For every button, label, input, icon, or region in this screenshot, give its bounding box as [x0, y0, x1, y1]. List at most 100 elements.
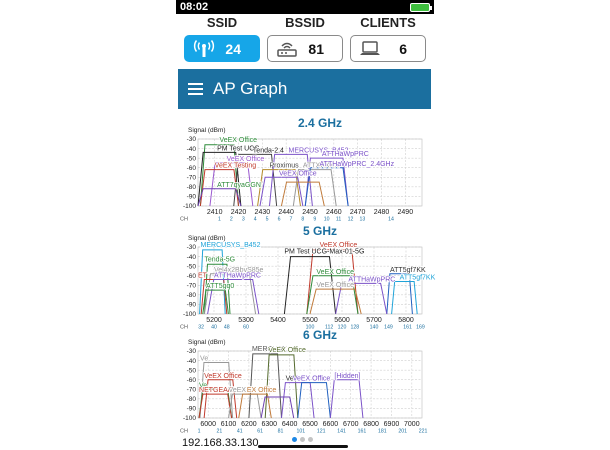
network-label: VeEX Office [316, 269, 354, 276]
network-label: VeEX Office [219, 137, 257, 144]
signal-curve [280, 181, 325, 207]
channel-tick-label: 1 [198, 429, 201, 435]
x-tick-label: 2410 [207, 209, 223, 216]
bssid-button[interactable]: 81 [267, 35, 343, 62]
signal-curve [297, 382, 331, 419]
x-tick-label: 2440 [278, 209, 294, 216]
channel-tick-label: 181 [378, 429, 387, 435]
spectrum-graph: 2.4 GHz Signal (dBm) -30 -40 -50 -60 -70 -80 -90… [180, 116, 423, 223]
x-tick-label: 2430 [255, 209, 271, 216]
clients-title: CLIENTS [360, 15, 416, 30]
x-tick-label: 6600 [323, 421, 339, 428]
y-tick-label: -30 [187, 244, 197, 251]
channel-tick-label: 141 [337, 429, 346, 435]
x-tick-label: 5700 [366, 317, 382, 324]
ssid-count: 24 [225, 40, 241, 57]
y-tick-label: -100 [183, 415, 196, 422]
ssid-title: SSID [206, 15, 238, 30]
page-indicator [292, 437, 313, 442]
signal-curve [198, 393, 233, 419]
bssid-count: 81 [308, 40, 324, 57]
channel-tick-label: 161 [358, 429, 367, 435]
y-tick-label: -30 [187, 348, 197, 355]
y-tick-label: -80 [187, 184, 197, 191]
x-tick-label: 2490 [398, 209, 414, 216]
channel-axis-label: CH [180, 429, 188, 435]
hamburger-menu-icon[interactable] [188, 83, 203, 95]
clients-button[interactable]: 6 [350, 35, 426, 62]
x-tick-label: 6400 [282, 421, 298, 428]
x-tick-label: 5600 [334, 317, 350, 324]
x-tick-label: 2470 [350, 209, 366, 216]
x-tick-label: 5200 [206, 317, 222, 324]
x-tick-label: 5300 [238, 317, 254, 324]
channel-tick-label: 21 [216, 429, 222, 435]
status-bar: 08:02 [176, 0, 434, 14]
channel-tick-label: 221 [419, 429, 428, 435]
channel-tick-label: 61 [257, 429, 263, 435]
ssid-counter: SSID 24 [184, 14, 260, 62]
clients-counter: CLIENTS 6 [350, 14, 426, 62]
network-label: Ve [200, 356, 208, 363]
x-tick-label: 2420 [231, 209, 247, 216]
x-tick-label: 6200 [241, 421, 257, 428]
y-axis-label: Signal (dBm) [188, 235, 226, 242]
y-axis-label: Signal (dBm) [188, 127, 226, 134]
page-dot[interactable] [300, 437, 305, 442]
y-tick-label: -50 [187, 367, 197, 374]
network-label: VeEX Testing [215, 163, 257, 170]
y-tick-label: -50 [187, 263, 197, 270]
network-label: VeEX Office [268, 347, 306, 354]
home-indicator[interactable] [258, 445, 348, 448]
network-label: VeEX [229, 387, 247, 394]
spectrum-graph: 5 GHz Signal (dBm) -30 -40 -50 -60 -70 -80 -90 -1… [180, 224, 436, 331]
spectrum-graph: 6 GHz Signal (dBm) -30 -40 -50 -60 -70 -80 -90 -1… [180, 328, 428, 435]
y-tick-label: -90 [187, 302, 197, 309]
signal-curve [228, 393, 262, 419]
y-tick-label: -40 [187, 358, 197, 365]
y-tick-label: -70 [187, 282, 197, 289]
channel-tick-label: 201 [398, 429, 407, 435]
graph-title: 2.4 GHz [298, 116, 342, 130]
x-tick-label: 6500 [302, 421, 318, 428]
x-tick-label: 6100 [221, 421, 237, 428]
network-label: Tenda-5G [204, 256, 235, 263]
x-tick-label: 5400 [270, 317, 286, 324]
network-label: ATTHaWpPRC_2.4GHz [320, 161, 395, 168]
x-tick-label: 6000 [200, 421, 216, 428]
device-ip: 192.168.33.130 [182, 437, 259, 449]
ssid-button[interactable]: 24 [184, 35, 260, 62]
laptop-icon [360, 40, 380, 55]
bssid-counter: BSSID 81 [267, 14, 343, 62]
graph-title: 6 GHz [303, 328, 337, 342]
status-time: 08:02 [180, 1, 209, 13]
page-dot[interactable] [292, 437, 297, 442]
network-label: ATT5gq0 [206, 283, 234, 290]
network-label: ATT7qyaGGN [217, 182, 261, 189]
y-axis-label: Signal (dBm) [188, 339, 226, 346]
network-label: ATTHaWpPRC [322, 151, 369, 158]
y-tick-label: -30 [187, 136, 197, 143]
x-tick-label: 6800 [363, 421, 379, 428]
y-tick-label: -40 [187, 254, 197, 261]
y-tick-label: -90 [187, 194, 197, 201]
network-label: VeEX Office [316, 282, 354, 289]
network-label: ATTHaWpPRC [348, 276, 395, 283]
x-tick-label: 5500 [302, 317, 318, 324]
network-label: ATT5gf7KK [390, 267, 426, 274]
graph-title: 5 GHz [303, 224, 337, 238]
y-tick-label: -50 [187, 155, 197, 162]
network-label: Proximus [269, 163, 299, 170]
battery-icon [410, 2, 432, 12]
y-tick-label: -60 [187, 273, 197, 280]
channel-tick-label: 121 [317, 429, 326, 435]
y-tick-label: -40 [187, 146, 197, 153]
y-tick-label: -70 [187, 174, 197, 181]
x-tick-label: 2450 [302, 209, 318, 216]
channel-tick-label: 101 [297, 429, 306, 435]
graph-scroll-area[interactable]: 2.4 GHz Signal (dBm) -30 -40 -50 -60 -70 -80 -90… [176, 109, 436, 439]
network-label: EX Office [247, 387, 277, 394]
channel-tick-label: 41 [237, 429, 243, 435]
clients-count: 6 [399, 40, 407, 57]
page-dot[interactable] [308, 437, 313, 442]
